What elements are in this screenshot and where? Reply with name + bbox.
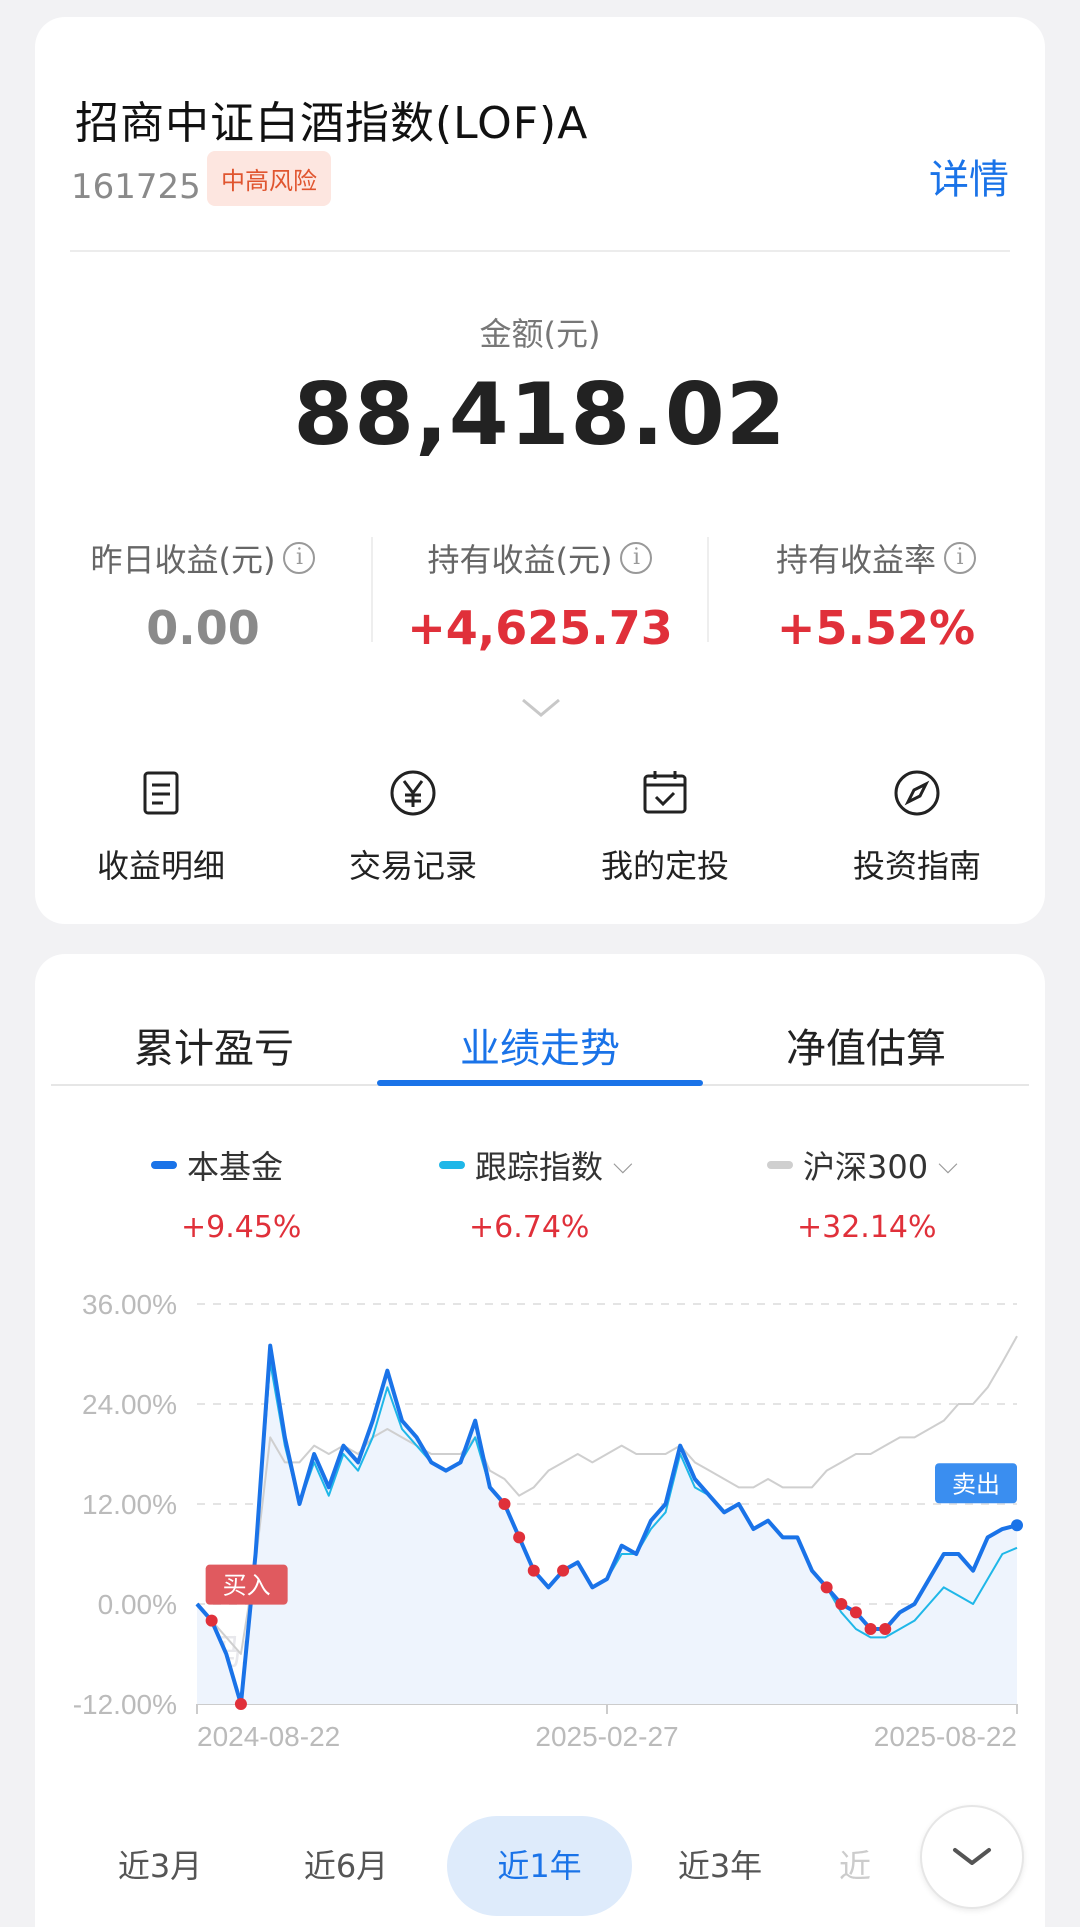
holding-return-label: 持有收益率 — [775, 541, 936, 579]
x-tick-label: 2025-02-27 — [535, 1721, 678, 1752]
action-my-auto-invest[interactable]: 我的定投 — [539, 767, 791, 887]
buy-point-marker — [498, 1498, 511, 1510]
y-tick-label: 36.00% — [82, 1289, 177, 1320]
action-label: 收益明细 — [96, 847, 225, 885]
fund-code: 161725 — [71, 167, 201, 207]
compass-icon — [894, 770, 940, 816]
x-tick-label: 2024-08-22 — [197, 1721, 340, 1752]
details-link[interactable]: 详情 — [929, 147, 1009, 205]
yesterday-profit-stat: 昨日收益(元) i 0.00 — [35, 535, 371, 655]
buy-point-marker — [849, 1606, 862, 1619]
document-icon — [143, 771, 179, 815]
period-1y[interactable]: 近1年 — [447, 1816, 632, 1916]
buy-tag-label: 买入 — [223, 1572, 271, 1600]
chevron-down-icon[interactable] — [521, 697, 561, 719]
y-tick-label: -12.00% — [73, 1689, 177, 1720]
chevron-down-icon — [953, 1848, 991, 1865]
y-tick-label: 0.00% — [98, 1589, 177, 1620]
holding-profit-label: 持有收益(元) — [427, 541, 613, 579]
buy-point-marker — [557, 1564, 570, 1577]
performance-card: 累计盈亏 业绩走势 净值估算 本基金 +9.45% 跟踪指数 ⌵ +6.74% 沪… — [35, 954, 1045, 1927]
period-3m[interactable]: 近3月 — [85, 1816, 235, 1916]
buy-point-marker — [205, 1614, 218, 1627]
holding-profit-stat: 持有收益(元) i +4,625.73 — [372, 535, 708, 655]
buy-point-marker — [864, 1623, 877, 1635]
period-3y[interactable]: 近3年 — [645, 1816, 795, 1916]
period-more[interactable]: 近 — [825, 1816, 885, 1916]
buy-point-marker — [835, 1598, 848, 1610]
sell-tag-label: 卖出 — [952, 1470, 1000, 1498]
buy-point-marker — [513, 1531, 526, 1544]
y-tick-label: 24.00% — [82, 1389, 177, 1420]
amount-label: 金额(元) — [479, 315, 601, 353]
divider — [70, 250, 1010, 252]
info-icon[interactable]: i — [620, 542, 653, 574]
holding-return-value: +5.52% — [776, 601, 976, 655]
action-label: 交易记录 — [348, 847, 477, 885]
fund-name: 招商中证白酒指数(LOF)A — [75, 98, 589, 149]
buy-point-marker — [234, 1698, 247, 1710]
yen-circle-icon — [390, 770, 436, 816]
action-label: 我的定投 — [600, 847, 729, 885]
calendar-check-icon — [643, 771, 687, 814]
period-6m[interactable]: 近6月 — [271, 1816, 421, 1916]
x-tick-label: 2025-08-22 — [874, 1721, 1017, 1752]
amount-value: 88,418.02 — [293, 365, 787, 465]
buy-point-marker — [527, 1564, 540, 1577]
action-label: 投资指南 — [852, 847, 981, 885]
risk-badge: 中高风险 — [207, 151, 331, 206]
info-icon[interactable]: i — [283, 542, 316, 574]
fund-area-fill — [197, 1345, 1017, 1704]
info-icon[interactable]: i — [944, 542, 976, 574]
expand-periods-button[interactable] — [920, 1805, 1024, 1909]
holding-return-stat: 持有收益率 i +5.52% — [708, 535, 1044, 655]
holding-profit-value: +4,625.73 — [407, 601, 673, 655]
action-income-details[interactable]: 收益明细 — [35, 767, 287, 887]
action-invest-guide[interactable]: 投资指南 — [791, 767, 1043, 887]
holding-card: 招商中证白酒指数(LOF)A 161725 中高风险 详情 金额(元) 88,4… — [35, 17, 1045, 924]
buy-point-marker — [820, 1581, 833, 1594]
action-trade-records[interactable]: 交易记录 — [287, 767, 539, 887]
y-tick-label: 12.00% — [82, 1489, 177, 1520]
yesterday-profit-label: 昨日收益(元) — [90, 541, 276, 579]
yesterday-profit-value: 0.00 — [146, 601, 260, 655]
sell-point-marker — [1011, 1519, 1023, 1532]
buy-point-marker — [879, 1623, 892, 1635]
performance-chart[interactable]: 36.00% 24.00% 12.00% 0.00% -12.00% 2024-08-22… — [35, 954, 1045, 1814]
